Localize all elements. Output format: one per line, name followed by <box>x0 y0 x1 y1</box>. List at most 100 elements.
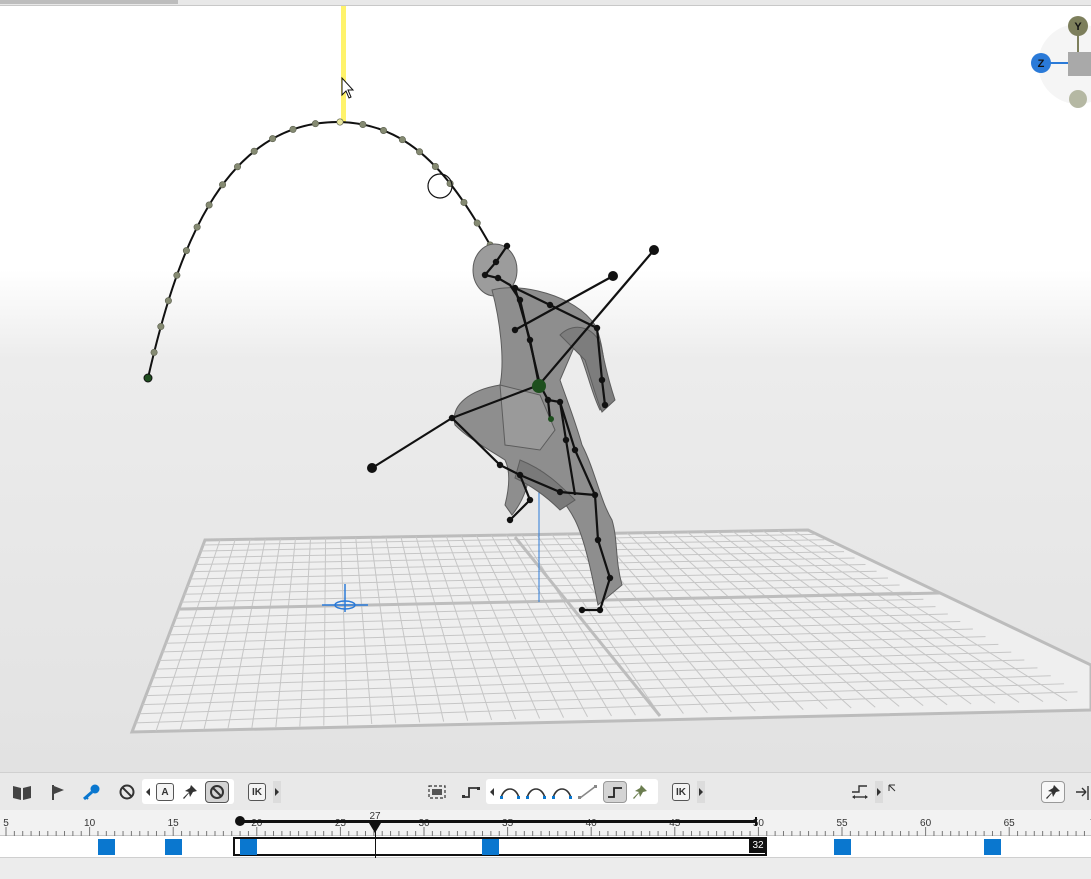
animation-toolbar: A IK IK <box>0 772 1091 810</box>
playback-range-bar[interactable] <box>240 820 757 823</box>
keyframe-marker[interactable] <box>983 839 1001 855</box>
trajectory-frame-dot[interactable] <box>431 163 439 171</box>
ik-dropdown-2[interactable] <box>696 781 706 803</box>
keyframe-marker[interactable] <box>833 839 851 855</box>
trajectory-frame-dot[interactable] <box>460 198 468 206</box>
hips-joint[interactable] <box>548 416 554 422</box>
skeleton-joint[interactable] <box>594 536 602 544</box>
step-curve-icon[interactable] <box>460 781 482 803</box>
pin-green-icon[interactable] <box>630 781 650 803</box>
axis-gizmo[interactable]: Y Z <box>1030 14 1091 114</box>
frame-all-icon[interactable] <box>426 781 448 803</box>
trajectory-frame-dot[interactable] <box>380 126 388 134</box>
graph-dropdown[interactable] <box>874 781 884 803</box>
graph-icon[interactable] <box>848 781 872 803</box>
skeleton-joint[interactable] <box>503 242 511 250</box>
keyframe-marker[interactable] <box>482 839 500 855</box>
ik-handle-right-hand[interactable] <box>608 271 618 281</box>
skeleton-joint[interactable] <box>516 296 524 304</box>
trajectory-frame-dot[interactable] <box>311 120 319 128</box>
skeleton-joint[interactable] <box>526 496 534 504</box>
ik-icon-2[interactable]: IK <box>670 781 692 803</box>
book-icon[interactable] <box>10 781 34 803</box>
playback-range-end-handle[interactable] <box>755 817 757 826</box>
skeleton-joint[interactable] <box>481 271 489 279</box>
no-entry-icon[interactable] <box>116 781 138 803</box>
motion-trajectory[interactable] <box>143 118 507 383</box>
playhead-marker[interactable] <box>369 823 381 833</box>
skeleton-joint[interactable] <box>506 516 514 524</box>
trajectory-frame-dot[interactable] <box>182 247 190 255</box>
a-filter-icon[interactable]: A <box>154 781 176 803</box>
trajectory-frame-dot[interactable] <box>219 181 227 189</box>
skeleton-joint[interactable] <box>496 461 504 469</box>
filter-group-left-arrow[interactable] <box>144 781 152 803</box>
trajectory-frame-dot[interactable] <box>269 135 277 143</box>
gizmo-y-axis[interactable]: Y <box>1068 16 1088 36</box>
keyframe-marker[interactable] <box>239 839 257 855</box>
skeleton-joint[interactable] <box>591 491 599 499</box>
selection-range-end-label[interactable]: 32 <box>749 838 767 853</box>
ik-dropdown[interactable] <box>272 781 282 803</box>
pin-right-icon[interactable] <box>1040 781 1066 803</box>
no-entry-selected-icon[interactable] <box>204 781 230 803</box>
trajectory-frame-dot[interactable] <box>359 120 367 128</box>
trajectory-frame-dot[interactable] <box>398 136 406 144</box>
scene-canvas[interactable] <box>0 0 1091 772</box>
skeleton-joint[interactable] <box>578 606 586 614</box>
gizmo-z-axis[interactable]: Z <box>1031 53 1051 73</box>
trajectory-frame-dot[interactable] <box>473 219 481 227</box>
skeleton-joint[interactable] <box>511 326 519 334</box>
trajectory-frame-dot[interactable] <box>289 125 297 133</box>
trajectory-frame-dot[interactable] <box>336 118 344 126</box>
skeleton-joint[interactable] <box>556 488 564 496</box>
ik-handle-knee[interactable] <box>367 463 377 473</box>
skeleton-joint[interactable] <box>544 396 552 404</box>
trajectory-frame-dot[interactable] <box>173 271 181 279</box>
skeleton-joint[interactable] <box>598 376 606 384</box>
skeleton-joint[interactable] <box>448 414 456 422</box>
curve-ease-in-icon[interactable] <box>524 781 548 803</box>
skeleton-joint[interactable] <box>494 274 502 282</box>
pin-icon[interactable] <box>180 781 200 803</box>
skeleton-joint[interactable] <box>546 301 554 309</box>
trajectory-frame-dot[interactable] <box>416 148 424 156</box>
skeleton-joint[interactable] <box>593 324 601 332</box>
root-joint[interactable] <box>532 379 546 393</box>
curve-step-selected-icon[interactable] <box>602 781 628 803</box>
skeleton-joint[interactable] <box>492 258 500 266</box>
ik-handle-left-hand[interactable] <box>649 245 659 255</box>
skeleton-joint[interactable] <box>526 336 534 344</box>
keyframe-marker[interactable] <box>164 839 182 855</box>
skeleton-joint[interactable] <box>571 446 579 454</box>
skeleton-joint[interactable] <box>562 436 570 444</box>
trajectory-frame-dot[interactable] <box>157 323 165 331</box>
timeline-ruler[interactable]: 51015202530354045505560657 <box>0 810 1091 836</box>
curve-group-left-arrow[interactable] <box>488 781 496 803</box>
curve-linear-icon[interactable] <box>576 781 600 803</box>
trajectory-frame-dot[interactable] <box>234 163 242 171</box>
curve-ease-out-icon[interactable] <box>550 781 574 803</box>
skeleton-joint[interactable] <box>516 471 524 479</box>
skeleton-joint[interactable] <box>606 574 614 582</box>
trajectory-frame-dot[interactable] <box>250 147 258 155</box>
selection-range-box[interactable] <box>233 837 767 856</box>
trajectory-frame-dot[interactable] <box>150 348 158 356</box>
flag-icon[interactable] <box>48 781 68 803</box>
arrow-right-icon[interactable] <box>1072 781 1091 803</box>
gizmo-x-negative-axis[interactable] <box>1069 90 1087 108</box>
keyframe-marker[interactable] <box>97 839 115 855</box>
key-icon[interactable] <box>80 781 102 803</box>
playback-range-start-handle[interactable] <box>235 816 245 826</box>
trajectory-frame-dot[interactable] <box>193 223 201 231</box>
corner-arrow-icon[interactable] <box>886 777 898 799</box>
skeleton-joint[interactable] <box>596 606 604 614</box>
skeleton-joint[interactable] <box>511 284 519 292</box>
skeleton-joint[interactable] <box>556 398 564 406</box>
ik-icon[interactable]: IK <box>246 781 268 803</box>
trajectory-frame-dot[interactable] <box>164 297 172 305</box>
3d-viewport[interactable]: Y Z <box>0 0 1091 772</box>
skeleton-joint[interactable] <box>601 401 609 409</box>
curve-ease-in-out-icon[interactable] <box>498 781 522 803</box>
trajectory-frame-dot[interactable] <box>205 201 213 209</box>
